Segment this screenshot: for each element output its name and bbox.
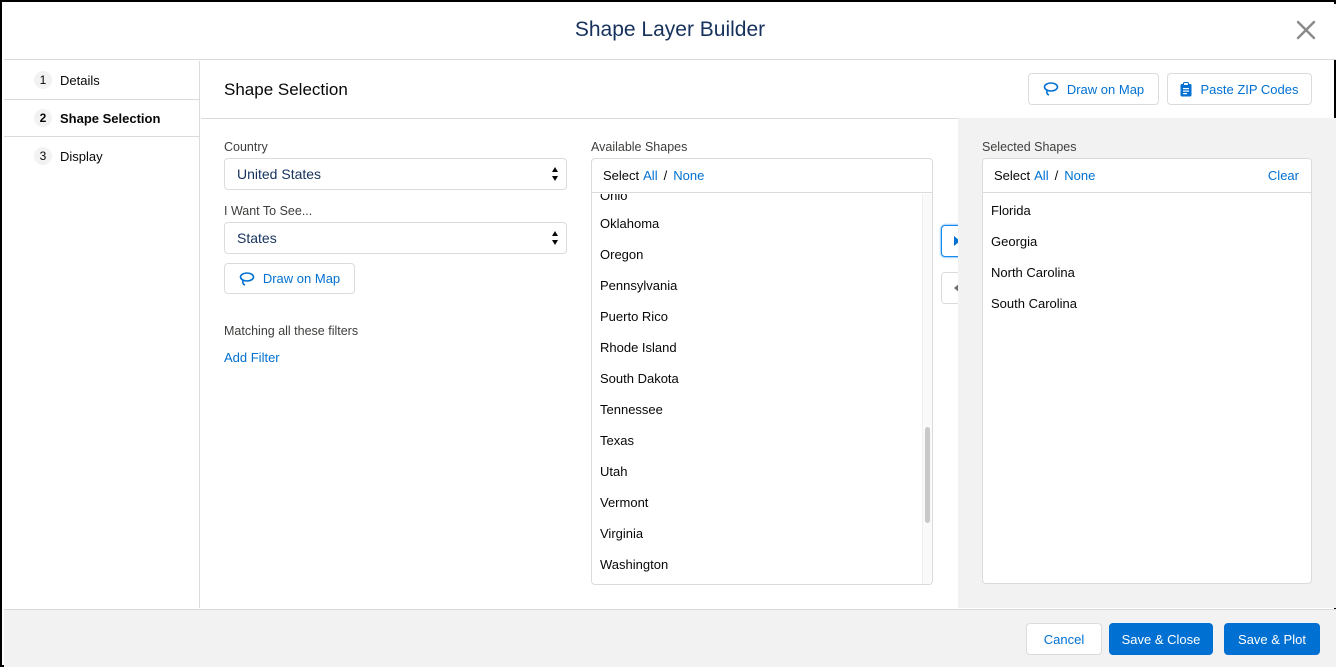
available-shapes-label: Available Shapes: [591, 140, 688, 154]
step-number: 3: [34, 147, 52, 165]
save-close-button[interactable]: Save & Close: [1109, 623, 1213, 655]
list-item[interactable]: Pennsylvania: [600, 270, 677, 301]
available-select-bar: Select All / None: [592, 159, 932, 193]
lasso-icon: [1043, 82, 1059, 96]
list-item[interactable]: Utah: [600, 456, 627, 487]
close-icon[interactable]: [1294, 18, 1318, 42]
select-prefix: Select: [994, 168, 1031, 183]
step-shape-selection[interactable]: 2 Shape Selection: [4, 99, 200, 137]
select-arrows-icon: [552, 167, 558, 181]
select-all-link[interactable]: All: [1034, 168, 1048, 183]
step-number: 2: [34, 109, 52, 127]
draw-on-map-filter-label: Draw on Map: [262, 271, 341, 286]
wizard-steps: 1 Details 2 Shape Selection 3 Display: [4, 61, 200, 608]
list-item[interactable]: Virginia: [600, 518, 643, 549]
list-item[interactable]: Puerto Rico: [600, 301, 668, 332]
step-label: Display: [60, 148, 103, 164]
step-display[interactable]: 3 Display: [4, 137, 200, 175]
selected-shapes-panel: Selected Shapes Select All / None Clear …: [958, 118, 1336, 608]
draw-on-map-filter-button[interactable]: Draw on Map: [224, 263, 355, 294]
list-item[interactable]: South Carolina: [991, 288, 1077, 319]
select-all-link[interactable]: All: [643, 168, 657, 183]
select-arrows-icon: [552, 231, 558, 245]
modal: Shape Layer Builder 1 Details 2 Shape Se…: [0, 0, 1336, 667]
paste-zip-codes-button[interactable]: Paste ZIP Codes: [1167, 73, 1312, 105]
selected-select-bar: Select All / None Clear: [983, 159, 1311, 193]
list-item[interactable]: Oregon: [600, 239, 643, 270]
section-title: Shape Selection: [224, 80, 348, 99]
available-shapes-list: Select All / None Ohio Oklahoma Oregon P…: [591, 158, 933, 585]
country-value: United States: [237, 166, 322, 182]
step-label: Details: [60, 72, 100, 88]
available-items: Ohio Oklahoma Oregon Pennsylvania Puerto…: [592, 194, 932, 584]
list-item[interactable]: North Carolina: [991, 257, 1075, 288]
step-details[interactable]: 1 Details: [4, 61, 200, 99]
select-none-link[interactable]: None: [673, 168, 704, 183]
list-item[interactable]: Washington: [600, 549, 668, 580]
lasso-icon: [239, 271, 255, 286]
step-number: 1: [34, 71, 52, 89]
modal-title: Shape Layer Builder: [574, 18, 766, 41]
country-label: Country: [224, 140, 268, 154]
selected-shapes-label: Selected Shapes: [982, 140, 1077, 154]
paste-zip-label: Paste ZIP Codes: [1200, 81, 1299, 97]
add-filter-link[interactable]: Add Filter: [224, 350, 280, 365]
list-item[interactable]: Rhode Island: [600, 332, 677, 363]
select-separator: /: [1054, 168, 1059, 183]
country-select[interactable]: United States: [224, 158, 567, 190]
list-item[interactable]: South Dakota: [600, 363, 679, 394]
save-plot-button[interactable]: Save & Plot: [1224, 623, 1320, 655]
modal-footer: Cancel Save & Close Save & Plot: [4, 609, 1336, 667]
list-item[interactable]: Tennessee: [600, 394, 663, 425]
select-prefix: Select: [603, 168, 640, 183]
selected-shapes-list: Select All / None Clear Florida Georgia …: [982, 158, 1312, 584]
list-item[interactable]: Vermont: [600, 487, 648, 518]
list-item[interactable]: Georgia: [991, 226, 1037, 257]
cancel-button[interactable]: Cancel: [1026, 623, 1102, 655]
available-scroll-thumb[interactable]: [925, 427, 930, 523]
shape-type-select[interactable]: States: [224, 222, 567, 254]
see-label: I Want To See...: [224, 204, 313, 218]
matching-filters-label: Matching all these filters: [224, 324, 359, 338]
modal-header: Shape Layer Builder: [4, 4, 1336, 60]
clear-link[interactable]: Clear: [1268, 168, 1299, 183]
list-item[interactable]: Florida: [991, 195, 1031, 226]
list-item[interactable]: Texas: [600, 425, 634, 456]
select-none-link[interactable]: None: [1064, 168, 1095, 183]
available-scrollbar[interactable]: [922, 194, 932, 584]
selected-items: Florida Georgia North Carolina South Car…: [983, 194, 1311, 583]
list-item[interactable]: Oklahoma: [600, 208, 659, 239]
draw-on-map-label: Draw on Map: [1066, 81, 1145, 97]
shape-type-value: States: [237, 230, 277, 246]
select-separator: /: [663, 168, 668, 183]
clipboard-icon: [1180, 81, 1192, 96]
step-label: Shape Selection: [60, 110, 161, 126]
draw-on-map-button[interactable]: Draw on Map: [1028, 73, 1159, 105]
